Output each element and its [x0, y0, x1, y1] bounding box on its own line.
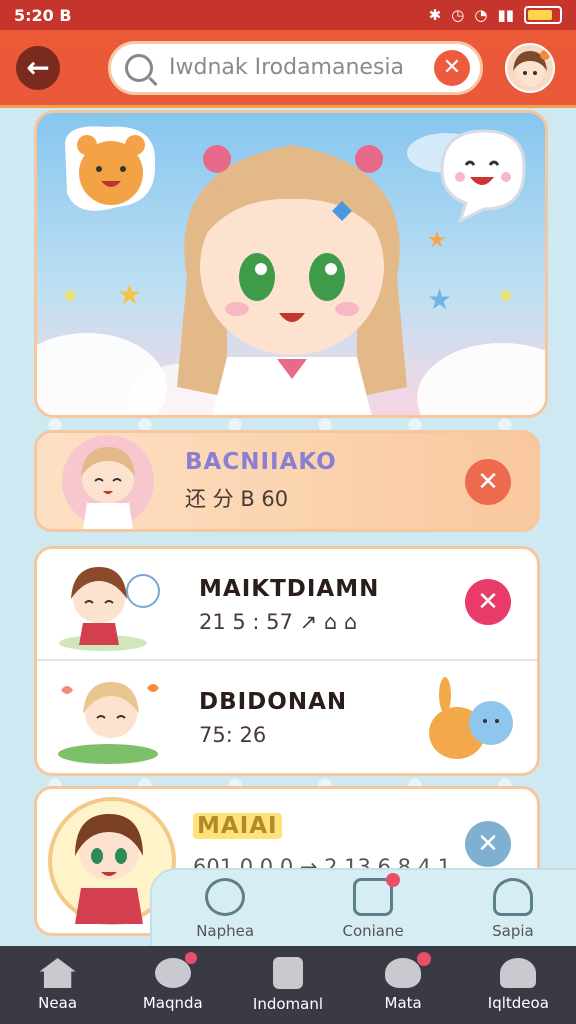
- search-person-icon: [205, 878, 246, 916]
- item-meta: 21 5 : 57 ↗ ⌂ ⌂: [199, 610, 358, 634]
- smiley-bubble-icon: [440, 129, 526, 224]
- star-icon: ★: [117, 278, 143, 311]
- wifi-icon: ◔: [474, 6, 488, 24]
- subtab-label: Sapia: [492, 922, 534, 940]
- list-group: MAIKTDIAMN 21 5 : 57 ↗ ⌂ ⌂ ✕ DBIDONAN 75…: [34, 546, 540, 776]
- search-icon: [125, 53, 153, 82]
- item-meta: 还 分 B 60: [185, 487, 289, 511]
- alarm-icon: ◷: [451, 6, 465, 24]
- mascot-sticker-icon: [429, 677, 513, 759]
- bottom-navigation: Neaa Maqnda Indomanl Mata Iqltdeoa: [0, 946, 576, 1024]
- subtab-coniane[interactable]: Coniane: [342, 873, 404, 940]
- divider: [37, 659, 537, 661]
- thumbnail-image: [53, 557, 163, 653]
- thumbnail-image: [53, 670, 163, 766]
- subtab-label: Naphea: [196, 922, 255, 940]
- item-title: MAIKTDIAMN: [199, 576, 380, 602]
- close-icon: ✕: [477, 467, 499, 497]
- back-button[interactable]: ←: [16, 45, 60, 90]
- star-icon: ★: [427, 283, 453, 316]
- star-icon: ★: [427, 228, 447, 253]
- item-title: DBIDONAN: [199, 689, 348, 715]
- close-icon: ✕: [442, 55, 462, 80]
- list-item[interactable]: MAIKTDIAMN 21 5 : 57 ↗ ⌂ ⌂: [37, 555, 537, 655]
- bear-sticker-icon: [65, 126, 156, 211]
- bluetooth-icon: ✱: [428, 6, 442, 24]
- sub-tab-bar: Naphea Coniane Sapia: [150, 868, 576, 950]
- avatar[interactable]: [505, 42, 555, 93]
- item-title: MAIAI: [193, 813, 282, 839]
- list-item[interactable]: BACNIIAKO 还 分 B 60 ✕: [34, 430, 540, 532]
- arrow-left-icon: ←: [26, 51, 50, 84]
- nav-label: Mata: [384, 994, 422, 1012]
- nav-item-messages[interactable]: Maqnda: [123, 952, 223, 1012]
- nav-item-documents[interactable]: Indomanl: [238, 957, 338, 1013]
- home-icon: [39, 958, 76, 988]
- close-icon: ✕: [477, 587, 499, 617]
- status-time: 5:20 B: [14, 5, 72, 25]
- nav-label: Iqltdeoa: [487, 994, 549, 1012]
- item-meta: 75: 26: [199, 723, 267, 747]
- clear-search-button[interactable]: ✕: [434, 49, 470, 86]
- search-input[interactable]: Iwdnak Irodamanesia: [169, 55, 434, 80]
- search-bar[interactable]: Iwdnak Irodamanesia ✕: [108, 40, 483, 95]
- nav-label: Indomanl: [252, 995, 324, 1013]
- nav-item-profile[interactable]: Iqltdeoa: [468, 958, 568, 1012]
- subtab-label: Coniane: [342, 922, 404, 940]
- nav-label: Neaa: [38, 994, 78, 1012]
- remove-button[interactable]: ✕: [465, 459, 511, 505]
- remove-button[interactable]: ✕: [465, 821, 511, 867]
- nav-label: Maqnda: [142, 994, 203, 1012]
- status-icons: ✱ ◷ ◔ ▮▮: [429, 6, 562, 24]
- remove-button[interactable]: ✕: [465, 579, 511, 625]
- subtab-sapia[interactable]: Sapia: [492, 878, 534, 940]
- person-icon: [492, 878, 533, 916]
- status-bar: 5:20 B ✱ ◷ ◔ ▮▮: [0, 0, 576, 30]
- character-illustration: [177, 145, 407, 415]
- bird-icon: [385, 952, 432, 988]
- nav-item-home[interactable]: Neaa: [8, 958, 108, 1012]
- item-title: BACNIIAKO: [185, 449, 337, 475]
- star-icon: ★: [61, 283, 79, 307]
- subtab-naphea[interactable]: Naphea: [196, 878, 254, 940]
- notification-icon: [353, 873, 401, 916]
- chat-icon: [154, 952, 197, 988]
- profile-icon: [500, 958, 537, 988]
- thumbnail-image: [53, 433, 163, 529]
- signal-icon: ▮▮: [497, 6, 514, 24]
- star-icon: ★: [497, 283, 515, 307]
- hero-banner[interactable]: ★ ★ ★ ★ ★: [34, 110, 548, 418]
- header: ← Iwdnak Irodamanesia ✕: [0, 30, 576, 108]
- nav-item-mata[interactable]: Mata: [353, 952, 453, 1012]
- document-icon: [272, 957, 303, 989]
- battery-icon: [524, 6, 562, 24]
- close-icon: ✕: [477, 829, 499, 859]
